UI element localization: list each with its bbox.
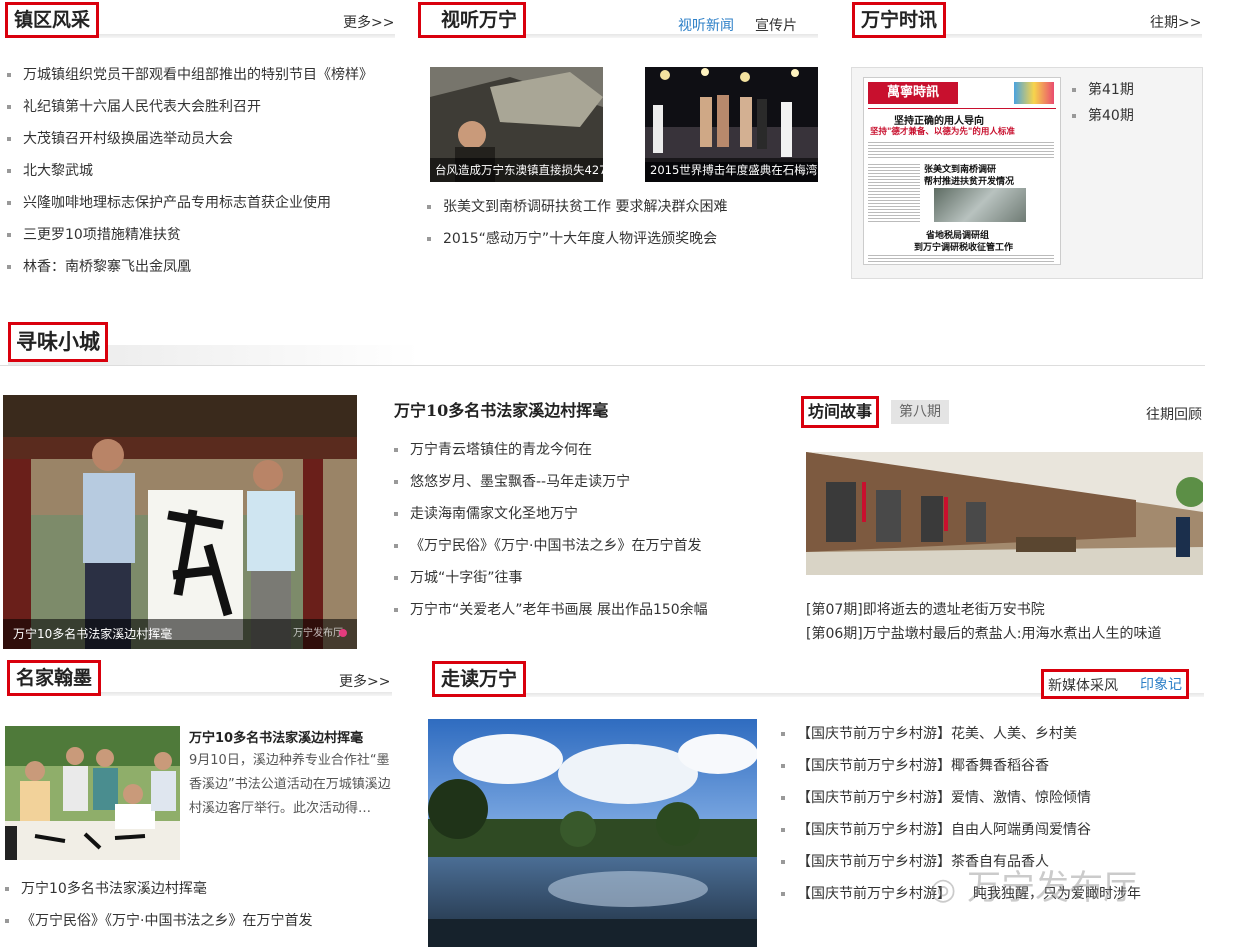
calligraphy-more-link[interactable]: 更多>> <box>339 671 390 691</box>
city-title: 寻味小城 <box>8 322 108 362</box>
watermark: ◎ 万宁发布厅 <box>930 860 1137 909</box>
av-title: 视听万宁 <box>418 2 527 38</box>
list-item[interactable]: 万宁市“关爱老人”老年书画展 展出作品150余幅 <box>392 594 772 626</box>
list-item[interactable]: 兴隆咖啡地理标志保护产品专用标志首获企业使用 <box>5 187 395 219</box>
city-main-photo[interactable]: 万宁10多名书法家溪边村挥毫 万宁发布厅 <box>3 395 357 649</box>
tab-walk-media[interactable]: 新媒体采风 <box>1048 675 1118 695</box>
av-list: 张美文到南桥调研扶贫工作 要求解决群众困难 2015“感动万宁”十大年度人物评选… <box>425 191 820 255</box>
story-link-06[interactable]: [第06期]万宁盐墩村最后的煮盐人:用海水煮出人生的味道 <box>806 622 1161 646</box>
calligraphy-feature-title[interactable]: 万宁10多名书法家溪边村挥毫 <box>189 727 363 746</box>
story-photo[interactable] <box>806 452 1203 575</box>
city-list: 万宁青云塔镇住的青龙今何在 悠悠岁月、墨宝飘香--马年走读万宁 走读海南儒家文化… <box>392 434 772 626</box>
list-item[interactable]: 【国庆节前万宁乡村游】花美、人美、乡村美 <box>779 718 1199 750</box>
story-link-07[interactable]: [第07期]即将逝去的遗址老街万安书院 <box>806 598 1045 622</box>
story-title: 坊间故事 <box>801 396 880 428</box>
list-item[interactable]: 万城镇组织党员干部观看中组部推出的特别节目《榜样》 <box>5 59 395 91</box>
calligraphy-title: 名家翰墨 <box>7 660 102 696</box>
story-more-link[interactable]: 往期回顾 <box>1146 404 1202 424</box>
list-item[interactable]: 万宁10多名书法家溪边村挥毫 <box>3 873 393 905</box>
story-issue-badge: 第八期 <box>891 400 949 424</box>
calligraphy-scene-image <box>3 395 357 649</box>
news-title: 万宁时讯 <box>852 2 947 38</box>
list-item[interactable]: 【国庆节前万宁乡村游】爱情、激情、惊险倾情 <box>779 782 1199 814</box>
calligraphy-event-image <box>5 726 180 860</box>
list-item[interactable]: 【国庆节前万宁乡村游】自由人阿端勇闯爱情谷 <box>779 814 1199 846</box>
news-issue-list: 第41期 第40期 <box>1070 77 1190 129</box>
carousel-dot[interactable] <box>339 629 347 637</box>
list-item[interactable]: 2015“感动万宁”十大年度人物评选颁奖晚会 <box>425 223 820 255</box>
list-item[interactable]: 北大黎武城 <box>5 155 395 187</box>
calligraphy-feature-text: 9月10日，溪边种养专业合作社“墨香溪边”书法公道活动在万城镇溪边村溪边客厅举行… <box>189 753 391 816</box>
list-item[interactable]: 礼纪镇第十六届人民代表大会胜利召开 <box>5 91 395 123</box>
list-item[interactable]: 林香：南桥黎寨飞出金凤凰 <box>5 251 395 283</box>
news-more-link[interactable]: 往期>> <box>1150 12 1201 32</box>
newspaper-headline4: 帮村推进扶贫开发情况 <box>924 177 1015 187</box>
town-title: 镇区风采 <box>5 2 100 38</box>
list-item[interactable]: 《万宁民俗》《万宁·中国书法之乡》在万宁首发 <box>3 905 393 937</box>
lake-landscape-image <box>428 719 757 947</box>
town-header: 镇区风采 <box>5 2 395 38</box>
calligraphy-header: 名家翰墨 <box>7 660 392 696</box>
av-photo-typhoon[interactable]: 台风造成万宁东澳镇直接损失4270 <box>430 67 603 182</box>
calligraphy-list: 万宁10多名书法家溪边村挥毫 《万宁民俗》《万宁·中国书法之乡》在万宁首发 <box>3 873 393 937</box>
old-street-image <box>806 452 1203 575</box>
tab-av-promo[interactable]: 宣传片 <box>755 15 797 35</box>
wechat-icon: ◎ <box>930 872 957 907</box>
town-list: 万城镇组织党员干部观看中组部推出的特别节目《榜样》 礼纪镇第十六届人民代表大会胜… <box>5 59 395 283</box>
walk-title: 走读万宁 <box>432 661 527 697</box>
city-photo-watermark: 万宁发布厅 <box>293 628 343 639</box>
list-item[interactable]: 大茂镇召开村级换届选举动员大会 <box>5 123 395 155</box>
list-item[interactable]: 《万宁民俗》《万宁·中国书法之乡》在万宁首发 <box>392 530 772 562</box>
city-feature-title[interactable]: 万宁10多名书法家溪边村挥毫 <box>394 397 608 421</box>
av-photo-boxing[interactable]: 2015世界搏击年度盛典在石梅湾隆 <box>645 67 818 182</box>
list-item[interactable]: 万城“十字街”往事 <box>392 562 772 594</box>
newspaper-logo-image <box>1014 82 1054 104</box>
list-item[interactable]: 第40期 <box>1070 103 1190 129</box>
list-item[interactable]: 万宁青云塔镇住的青龙今何在 <box>392 434 772 466</box>
newspaper-masthead: 萬寧時訊 <box>868 82 958 104</box>
newspaper-headline6: 到万宁调研税收征管工作 <box>914 243 1014 253</box>
newspaper-photo <box>934 188 1026 222</box>
calligraphy-photo[interactable] <box>5 726 180 860</box>
newspaper-thumbnail[interactable]: 萬寧時訊 坚持正确的用人导向 坚持"德才兼备、以德为先"的用人标准 张美文到南桥… <box>863 77 1061 265</box>
av-photo-boxing-caption: 2015世界搏击年度盛典在石梅湾隆 <box>645 158 818 182</box>
list-item[interactable]: 走读海南儒家文化圣地万宁 <box>392 498 772 530</box>
list-item[interactable]: 第41期 <box>1070 77 1190 103</box>
list-item[interactable]: 悠悠岁月、墨宝飘香--马年走读万宁 <box>392 466 772 498</box>
newspaper-headline2: 坚持"德才兼备、以德为先"的用人标准 <box>870 127 1015 137</box>
walk-photo[interactable] <box>428 719 757 947</box>
tab-av-news[interactable]: 视听新闻 <box>678 15 734 35</box>
av-photo-typhoon-caption: 台风造成万宁东澳镇直接损失4270 <box>430 158 603 182</box>
list-item[interactable]: 【国庆节前万宁乡村游】椰香舞香稻谷香 <box>779 750 1199 782</box>
list-item[interactable]: 张美文到南桥调研扶贫工作 要求解决群众困难 <box>425 191 820 223</box>
tab-walk-impress[interactable]: 印象记 <box>1140 674 1182 694</box>
watermark-text: 万宁发布厅 <box>967 868 1137 908</box>
list-item[interactable]: 三更罗10项措施精准扶贫 <box>5 219 395 251</box>
town-more-link[interactable]: 更多>> <box>343 12 394 32</box>
